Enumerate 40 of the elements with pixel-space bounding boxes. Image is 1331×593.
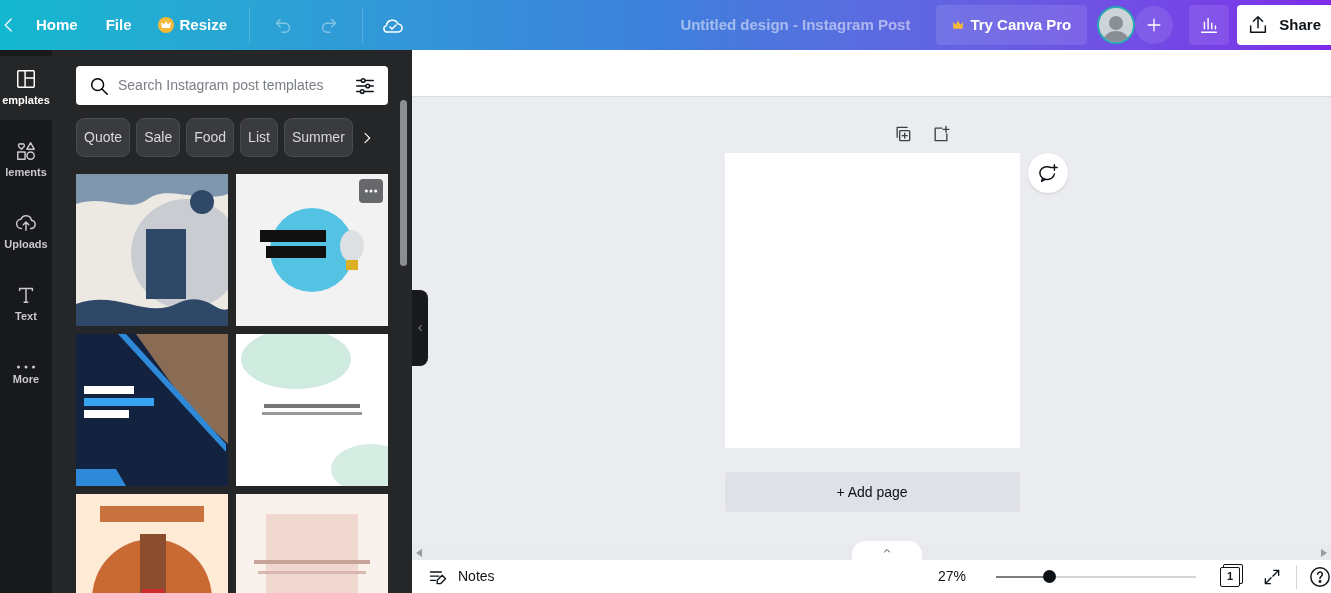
zoom-slider[interactable] (996, 570, 1196, 583)
comment-plus-icon (1036, 162, 1059, 184)
design-title: Untitled design - Instagram Post (680, 14, 911, 35)
share-button[interactable]: Share (1237, 5, 1331, 45)
collapse-panel-button[interactable] (412, 290, 428, 366)
template-thumbnail[interactable] (76, 174, 228, 326)
help-icon[interactable] (1309, 565, 1331, 588)
filter-chip[interactable]: List (240, 118, 278, 157)
template-thumbnail[interactable] (76, 334, 228, 486)
more-icon (17, 364, 35, 369)
crown-icon (952, 19, 965, 31)
filter-chip[interactable]: Summer (283, 118, 353, 157)
scrollbar-thumb[interactable] (400, 100, 407, 266)
notes-button[interactable]: Notes (428, 566, 495, 587)
page-count-button[interactable]: 1 (1220, 566, 1240, 587)
try-pro-button[interactable]: Try Canva Pro (936, 5, 1088, 45)
sidebar-tab[interactable]: lements (0, 128, 52, 192)
filter-chip[interactable]: Quote (76, 118, 131, 157)
crown-icon (157, 17, 174, 33)
search-bar[interactable]: Search Instagram post templates (76, 66, 388, 105)
zoom-slider-thumb[interactable] (1042, 570, 1056, 583)
filter-chip[interactable]: Sale (136, 118, 181, 157)
shapes-icon (15, 139, 37, 162)
add-comment-button[interactable] (1027, 153, 1068, 193)
add-member-button[interactable] (1135, 6, 1174, 44)
layout-icon (15, 67, 37, 90)
chevron-left-icon (415, 323, 425, 333)
sidebar-tab[interactable]: More (0, 344, 52, 408)
zoom-percentage: 27% (937, 567, 966, 586)
avatar[interactable] (1097, 6, 1136, 44)
more-options-button[interactable] (359, 179, 383, 203)
template-thumbnail[interactable] (236, 334, 388, 486)
search-field[interactable]: Search Instagram post templates (118, 75, 346, 96)
sidebar-tab[interactable]: Uploads (0, 200, 52, 264)
template-thumbnail[interactable] (236, 174, 388, 326)
insights-button[interactable] (1189, 5, 1230, 45)
filter-chip[interactable]: Food (186, 118, 235, 157)
sidebar-tab[interactable]: emplates (0, 56, 52, 120)
add-page-button[interactable]: + Add page (724, 472, 1020, 512)
sidebar-tab[interactable]: Text (0, 272, 52, 336)
